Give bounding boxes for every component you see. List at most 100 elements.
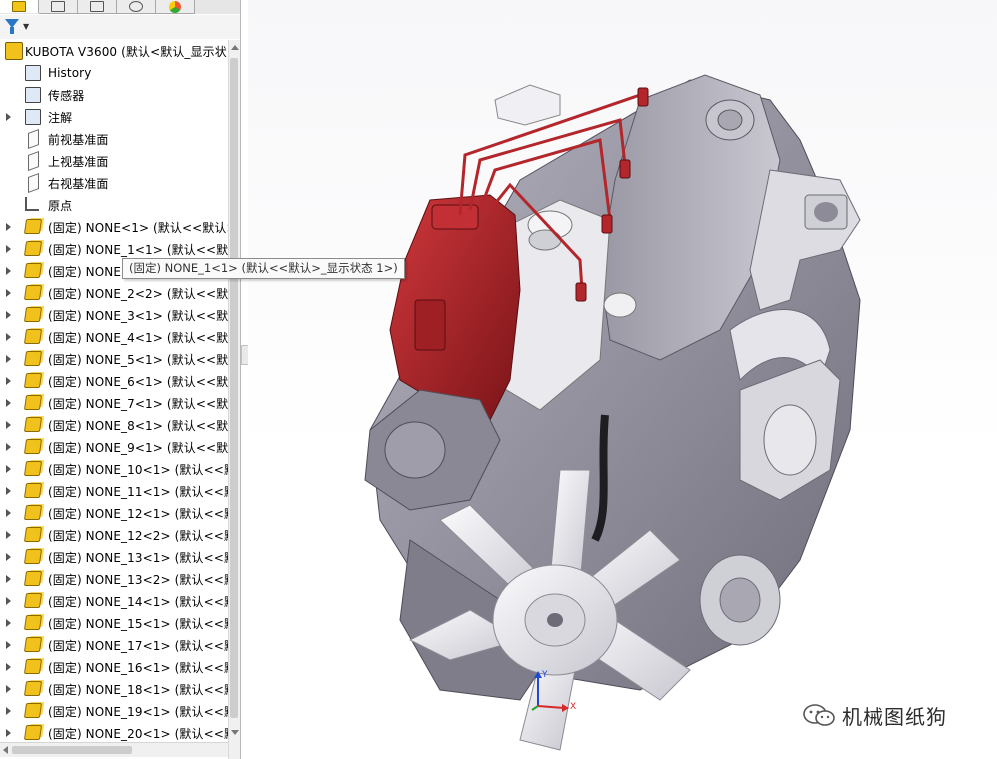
tree-item[interactable]: (固定) NONE_13<2> (默认<<默 [0,568,228,590]
tree-item[interactable]: (固定) NONE_19<1> (默认<<默 [0,700,228,722]
tab-property-manager[interactable] [39,0,78,14]
tree-item[interactable]: (固定) NONE_9<1> (默认<<默认 [0,436,228,458]
expand-arrow-icon[interactable] [6,311,11,319]
tree-item-label: (固定) NONE_18<1> (默认<<默 [48,682,228,697]
part-icon [23,725,43,741]
tree-item[interactable]: (固定) NONE_5<1> (默认<<默认 [0,348,228,370]
expand-arrow-icon[interactable] [6,113,11,121]
tree-item[interactable]: 原点 [0,194,228,216]
tree-item[interactable]: 前视基准面 [0,128,228,150]
tree-item[interactable]: (固定) NONE_6<1> (默认<<默认 [0,370,228,392]
tree-root-assembly[interactable]: KUBOTA V3600 (默认<默认_显示状 [0,40,228,62]
expand-arrow-icon[interactable] [6,641,11,649]
expand-arrow-icon[interactable] [6,597,11,605]
tree-item[interactable]: (固定) NONE_13<1> (默认<<默 [0,546,228,568]
expand-arrow-icon[interactable] [6,421,11,429]
plane-icon [25,172,41,194]
part-icon [23,329,43,345]
horizontal-scrollbar[interactable] [0,742,228,757]
scroll-up-icon[interactable] [231,45,239,50]
engine-model[interactable] [248,0,997,759]
expand-arrow-icon[interactable] [6,553,11,561]
filter-bar: ▼ [0,15,240,39]
triad-y-label: Y [542,670,548,680]
tree-item-label: (固定) NONE_13<2> (默认<<默 [48,572,228,587]
tree-item[interactable]: (固定) NONE_7<1> (默认<<默认 [0,392,228,414]
tree-item[interactable]: (固定) NONE_16<1> (默认<<默 [0,656,228,678]
graphics-viewport[interactable]: Y X 机械图纸狗 [248,0,997,759]
tree-item[interactable]: (固定) NONE_8<1> (默认<<默认 [0,414,228,436]
tree-item-label: (固定) NONE_15<1> (默认<<默 [48,616,228,631]
expand-arrow-icon[interactable] [6,333,11,341]
triad-x-label: X [570,702,577,712]
tree-item[interactable]: (固定) NONE_11<1> (默认<<默 [0,480,228,502]
tree-item[interactable]: (固定) NONE_4<1> (默认<<默认 [0,326,228,348]
scroll-thumb[interactable] [230,58,238,718]
expand-arrow-icon[interactable] [6,531,11,539]
tree-item-label: History [48,66,92,80]
expand-arrow-icon[interactable] [6,509,11,517]
part-icon [23,571,43,587]
tree-item[interactable]: (固定) NONE_1<1> (默认<<默认 [0,238,228,260]
tree-item[interactable]: History [0,62,228,84]
expand-arrow-icon[interactable] [6,465,11,473]
expand-arrow-icon[interactable] [6,377,11,385]
tree-item[interactable]: (固定) NONE_15<1> (默认<<默 [0,612,228,634]
expand-arrow-icon[interactable] [6,267,11,275]
expand-arrow-icon[interactable] [6,729,11,737]
filter-button[interactable]: ▼ [0,15,34,39]
part-icon [23,483,43,499]
tree-item-label: 原点 [48,198,73,213]
tree-item-label: 右视基准面 [48,176,109,191]
expand-arrow-icon[interactable] [6,355,11,363]
horizontal-scroll-thumb[interactable] [12,746,132,754]
tree-item-label: (固定) NONE_8<1> (默认<<默认 [48,418,228,433]
tab-feature-manager[interactable] [0,0,39,13]
tree-item[interactable]: (固定) NONE_14<1> (默认<<默 [0,590,228,612]
part-icon [23,593,43,609]
tree-item[interactable]: 右视基准面 [0,172,228,194]
part-icon [23,549,43,565]
tree-item[interactable]: (固定) NONE_12<2> (默认<<默 [0,524,228,546]
tree-item[interactable]: 上视基准面 [0,150,228,172]
tree-item-label: 前视基准面 [48,132,109,147]
expand-arrow-icon[interactable] [6,663,11,671]
expand-arrow-icon[interactable] [6,487,11,495]
expand-arrow-icon[interactable] [6,245,11,253]
vertical-scrollbar[interactable] [228,40,240,759]
tree-item[interactable]: 传感器 [0,84,228,106]
expand-arrow-icon[interactable] [6,707,11,715]
expand-arrow-icon[interactable] [6,443,11,451]
tree-item[interactable]: 注解 [0,106,228,128]
expand-arrow-icon[interactable] [6,575,11,583]
expand-arrow-icon[interactable] [6,223,11,231]
plane-icon [25,150,41,172]
tree-item-label: (固定) NONE_19<1> (默认<<默 [48,704,228,719]
tab-display-manager[interactable] [156,0,195,14]
tree-item[interactable]: (固定) NONE_17<1> (默认<<默 [0,634,228,656]
tree-item[interactable]: (固定) NONE_10<1> (默认<<默 [0,458,228,480]
tab-configuration-manager[interactable] [78,0,117,14]
expand-arrow-icon[interactable] [6,619,11,627]
tab-dimxpert-manager[interactable] [117,0,156,14]
coordinate-triad: Y X [530,670,580,714]
tree-item-label: (固定) NONE_9<1> (默认<<默认 [48,440,228,455]
tree-item[interactable]: (固定) NONE_2<2> (默认<<默认 [0,282,228,304]
annotation-icon [25,109,41,125]
scroll-left-icon[interactable] [3,746,8,754]
assembly-icon [5,42,23,60]
tree-item-label: (固定) NONE_6<1> (默认<<默认 [48,374,228,389]
scroll-down-icon[interactable] [231,730,239,735]
manager-tabs [0,0,240,14]
tree-item[interactable]: (固定) NONE_3<1> (默认<<默认 [0,304,228,326]
tree-item[interactable]: (固定) NONE_12<1> (默认<<默 [0,502,228,524]
tree-item[interactable]: (固定) NONE<1> (默认<<默认> [0,216,228,238]
tree-item-label: (固定) NONE_16<1> (默认<<默 [48,660,228,675]
tree-item[interactable]: (固定) NONE_20<1> (默认<<默 [0,722,228,744]
tree-item-label: (固定) NONE_17<1> (默认<<默 [48,638,228,653]
expand-arrow-icon[interactable] [6,685,11,693]
expand-arrow-icon[interactable] [6,289,11,297]
expand-arrow-icon[interactable] [6,399,11,407]
tree-item-label: (固定) NONE_12<2> (默认<<默 [48,528,228,543]
tree-item[interactable]: (固定) NONE_18<1> (默认<<默 [0,678,228,700]
